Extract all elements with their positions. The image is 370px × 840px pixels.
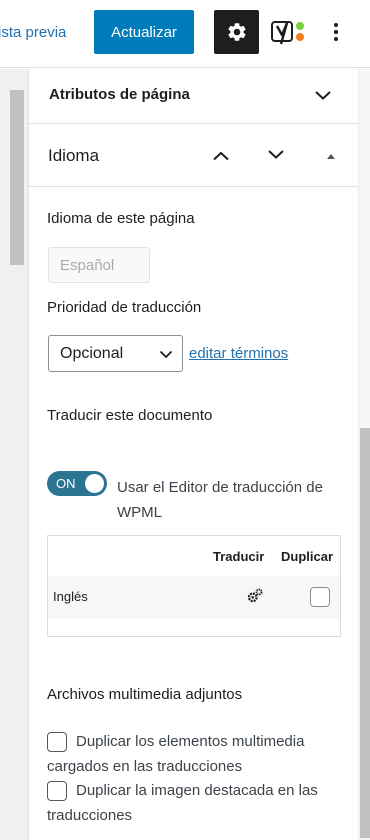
gears-icon[interactable]	[246, 587, 264, 605]
yoast-logo-icon	[271, 21, 304, 45]
more-options-button[interactable]	[324, 14, 348, 50]
translate-document-label: Traducir este documento	[47, 407, 213, 424]
edit-terms-link[interactable]: editar términos	[189, 345, 288, 362]
translations-table: Traducir Duplicar Inglés	[47, 535, 341, 637]
caret-up-icon[interactable]	[319, 144, 343, 168]
page-attributes-panel-header[interactable]: Atributos de página	[29, 69, 358, 124]
translation-priority-value: Opcional	[60, 345, 124, 362]
sidebar-scrollbar-thumb[interactable]	[360, 428, 370, 838]
translation-editor-toggle[interactable]: ON	[47, 471, 107, 496]
gear-icon	[227, 23, 246, 41]
chevron-up-icon[interactable]	[209, 144, 233, 168]
editor-toolbar: ista previa Actualizar	[0, 0, 370, 68]
column-header-translate: Traducir	[213, 549, 265, 564]
page-language-value: Español	[48, 247, 150, 283]
page-language-label: Idioma de este página	[47, 210, 195, 227]
chevron-down-icon	[315, 91, 331, 100]
toggle-knob	[85, 474, 104, 493]
update-button[interactable]: Actualizar	[94, 10, 194, 54]
language-panel-title: Idioma	[48, 146, 100, 165]
media-attachments-label: Archivos multimedia adjuntos	[47, 686, 243, 703]
settings-button[interactable]	[214, 10, 259, 54]
duplicate-checkbox[interactable]	[310, 587, 330, 607]
duplicate-media-label[interactable]: Duplicar los elementos multimedia cargad…	[47, 729, 347, 779]
preview-link[interactable]: ista previa	[0, 24, 66, 41]
duplicate-featured-image-label[interactable]: Duplicar la imagen destacada en las trad…	[47, 778, 347, 828]
page-attributes-title: Atributos de página	[49, 86, 190, 103]
chevron-down-icon	[159, 350, 173, 359]
vertical-ellipsis-icon	[334, 23, 338, 41]
language-panel-header[interactable]: Idioma	[29, 124, 358, 187]
column-header-duplicate: Duplicar	[281, 549, 334, 564]
chevron-down-icon[interactable]	[264, 142, 288, 166]
yoast-button[interactable]	[269, 14, 311, 50]
row-language: Inglés	[53, 589, 88, 604]
translation-editor-toggle-label: Usar el Editor de traducción de WPML	[117, 479, 323, 521]
table-row: Inglés	[48, 576, 340, 619]
canvas-scrollbar-thumb[interactable]	[10, 90, 24, 265]
toggle-state-text: ON	[56, 476, 76, 491]
translation-priority-select[interactable]: Opcional	[48, 335, 183, 372]
translation-priority-label: Prioridad de traducción	[47, 299, 202, 316]
